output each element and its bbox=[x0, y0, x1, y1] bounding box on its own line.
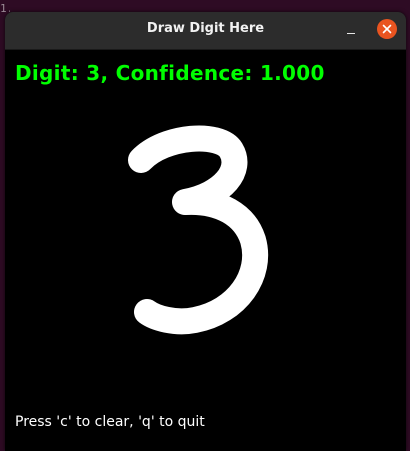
draw-digit-window: Draw Digit Here Digit: 3, Confidence: 1.… bbox=[5, 12, 406, 451]
drawing-canvas[interactable]: Digit: 3, Confidence: 1.000 Press 'c' to… bbox=[5, 50, 406, 451]
close-icon bbox=[382, 24, 392, 34]
window-titlebar[interactable]: Draw Digit Here bbox=[5, 12, 406, 50]
minimize-button[interactable] bbox=[340, 20, 362, 42]
drawn-digit-stroke bbox=[128, 125, 269, 335]
close-button[interactable] bbox=[377, 19, 397, 39]
minimize-icon bbox=[347, 33, 355, 34]
keyboard-hint: Press 'c' to clear, 'q' to quit bbox=[15, 414, 205, 430]
